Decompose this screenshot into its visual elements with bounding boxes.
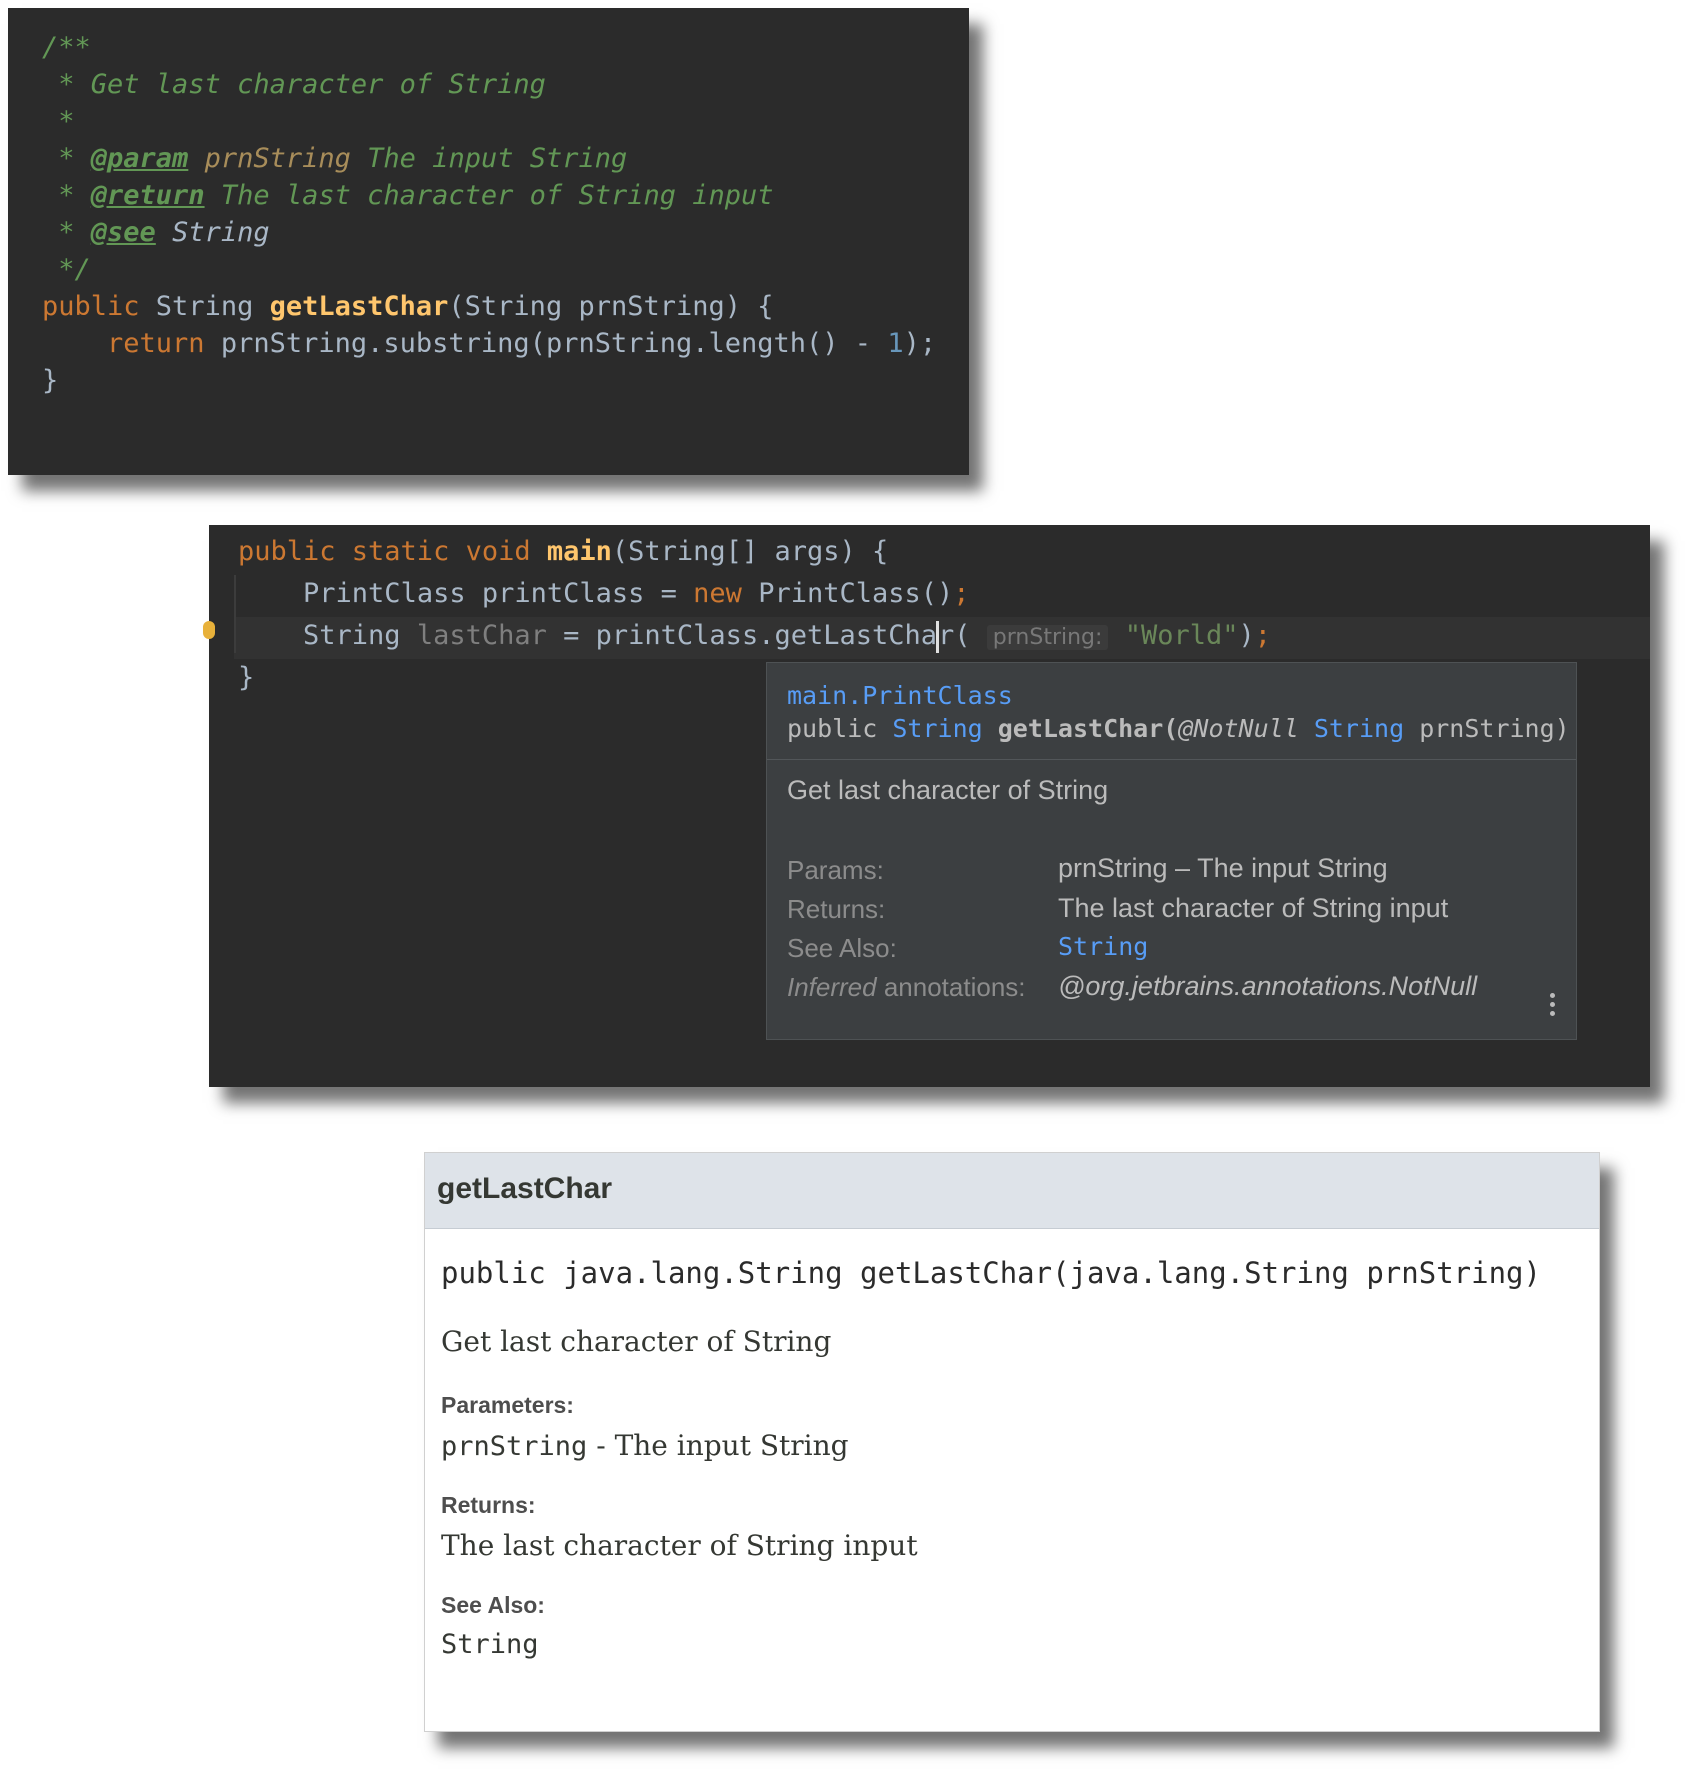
method-header-bar: getLastChar xyxy=(425,1153,1599,1229)
keyword-return: return xyxy=(107,328,205,359)
code-line: */ xyxy=(42,250,91,290)
code-line: /** xyxy=(42,28,91,68)
annotations-label: annotations: xyxy=(876,972,1026,1002)
see-value: String xyxy=(155,217,270,248)
main-signature-line: public static void main(String[] args) { xyxy=(238,532,888,572)
method-name[interactable]: getLastChar xyxy=(270,291,449,322)
editor-panel: public static void main(String[] args) {… xyxy=(203,525,1650,1087)
assignment: = printClass. xyxy=(546,620,775,651)
param-description: - The input String xyxy=(587,1429,849,1462)
param-description: The input String xyxy=(350,143,628,174)
code-line: * Get last character of String xyxy=(42,65,546,105)
javadoc-source-panel: /** * Get last character of String * * @… xyxy=(8,8,969,475)
doc-prefix: * xyxy=(42,217,91,248)
see-also-link[interactable]: String xyxy=(1058,932,1148,961)
method-call[interactable]: getLastCha xyxy=(774,620,937,651)
type-string: String xyxy=(303,620,417,651)
method-signature: public java.lang.String getLastChar(java… xyxy=(441,1256,1541,1290)
doc-blank-line: * xyxy=(42,106,75,137)
semicolon: ; xyxy=(953,578,970,609)
inferred-value: @org.jetbrains.annotations.NotNull xyxy=(1058,971,1478,1001)
popup-header: main.PrintClass public String getLastCha… xyxy=(767,663,1576,760)
current-code-line[interactable]: String lastChar = printClass.getLastChar… xyxy=(238,616,1271,656)
code-line: * @see String xyxy=(42,213,270,253)
code-line: } xyxy=(238,658,254,698)
code-line: * @return The last character of String i… xyxy=(42,176,774,216)
closing-brace: } xyxy=(42,365,59,396)
constructor-call: PrintClass() xyxy=(741,578,954,609)
closing-brace: } xyxy=(238,662,255,693)
parameter-hint: prnString: xyxy=(986,625,1109,650)
doc-prefix: * xyxy=(42,180,91,211)
lightbulb-icon[interactable] xyxy=(203,621,215,639)
sig-modifier: public xyxy=(787,714,893,743)
keyword-new: new xyxy=(693,578,742,609)
method-description: Get last character of String xyxy=(441,1325,832,1358)
main-method-name[interactable]: main xyxy=(547,536,612,567)
method-params: (String prnString) { xyxy=(448,291,774,322)
popup-class-link[interactable]: main.PrintClass xyxy=(787,681,1013,710)
sig-annotation: @NotNull xyxy=(1178,714,1299,743)
doc-prefix: * xyxy=(42,143,91,174)
doc-comment-open: /** xyxy=(42,32,91,63)
popup-description: Get last character of String xyxy=(787,775,1109,805)
open-paren: ( xyxy=(954,620,987,651)
declaration: PrintClass printClass = xyxy=(303,578,694,609)
sig-param-name: prnString) xyxy=(1404,714,1570,743)
returns-value: The last character of String input xyxy=(1058,893,1449,923)
close-paren: ) xyxy=(1238,620,1255,651)
params-label: Params: xyxy=(787,855,884,885)
method-title: getLastChar xyxy=(437,1172,613,1205)
return-type: String xyxy=(139,291,270,322)
doc-comment-close: */ xyxy=(42,254,91,285)
semicolon: ; xyxy=(1254,620,1272,651)
see-tag: @see xyxy=(90,217,156,248)
code-line: } xyxy=(42,361,58,401)
indent-guide xyxy=(234,575,236,653)
see-also-link[interactable]: String xyxy=(441,1629,539,1660)
inferred-italic: Inferred xyxy=(787,972,877,1002)
html-javadoc-panel: getLastChar public java.lang.String getL… xyxy=(424,1152,1600,1732)
sig-method-name: getLastChar( xyxy=(982,714,1179,743)
return-expression: prnString.substring(prnString.length() - xyxy=(204,328,888,359)
main-params: (String[] args) { xyxy=(611,536,889,567)
return-tag: @return xyxy=(90,180,205,211)
method-body-line: return prnString.substring(prnString.len… xyxy=(42,324,936,364)
code-line: PrintClass printClass = new PrintClass()… xyxy=(238,574,970,614)
keyword-public: public xyxy=(42,291,140,322)
returns-value: The last character of String input xyxy=(441,1529,918,1562)
string-literal: "World" xyxy=(1124,620,1239,651)
params-value: prnString – The input String xyxy=(1058,853,1388,883)
see-also-label: See Also: xyxy=(441,1592,545,1618)
code-line: * xyxy=(42,102,75,142)
method-call-tail[interactable]: r xyxy=(938,620,954,651)
inferred-label: Inferred annotations: xyxy=(787,972,1026,1003)
parameters-value: prnString - The input String xyxy=(441,1429,849,1462)
method-signature-line: public String getLastChar(String prnStri… xyxy=(42,287,774,327)
returns-label: Returns: xyxy=(787,894,886,924)
returns-label: Returns: xyxy=(441,1492,536,1518)
code-line: * @param prnString The input String xyxy=(42,139,627,179)
quick-doc-popup[interactable]: main.PrintClass public String getLastCha… xyxy=(766,662,1577,1040)
parameters-label: Parameters: xyxy=(441,1392,574,1418)
param-tag: @param xyxy=(90,143,189,174)
popup-signature: public String getLastChar(@NotNull Strin… xyxy=(787,714,1570,743)
param-name: prnString xyxy=(441,1431,588,1462)
doc-summary: * Get last character of String xyxy=(42,69,546,100)
see-also-label: See Also: xyxy=(787,933,897,963)
unused-variable: lastChar xyxy=(416,620,547,651)
sig-param-type-link[interactable]: String xyxy=(1314,714,1404,743)
statement-close: ); xyxy=(903,328,937,359)
more-options-icon[interactable] xyxy=(1550,993,1556,1020)
number-literal: 1 xyxy=(887,328,904,359)
keywords: public static void xyxy=(238,536,547,567)
sig-return-type-link[interactable]: String xyxy=(892,714,982,743)
return-description: The last character of String input xyxy=(204,180,774,211)
param-name: prnString xyxy=(204,143,351,174)
